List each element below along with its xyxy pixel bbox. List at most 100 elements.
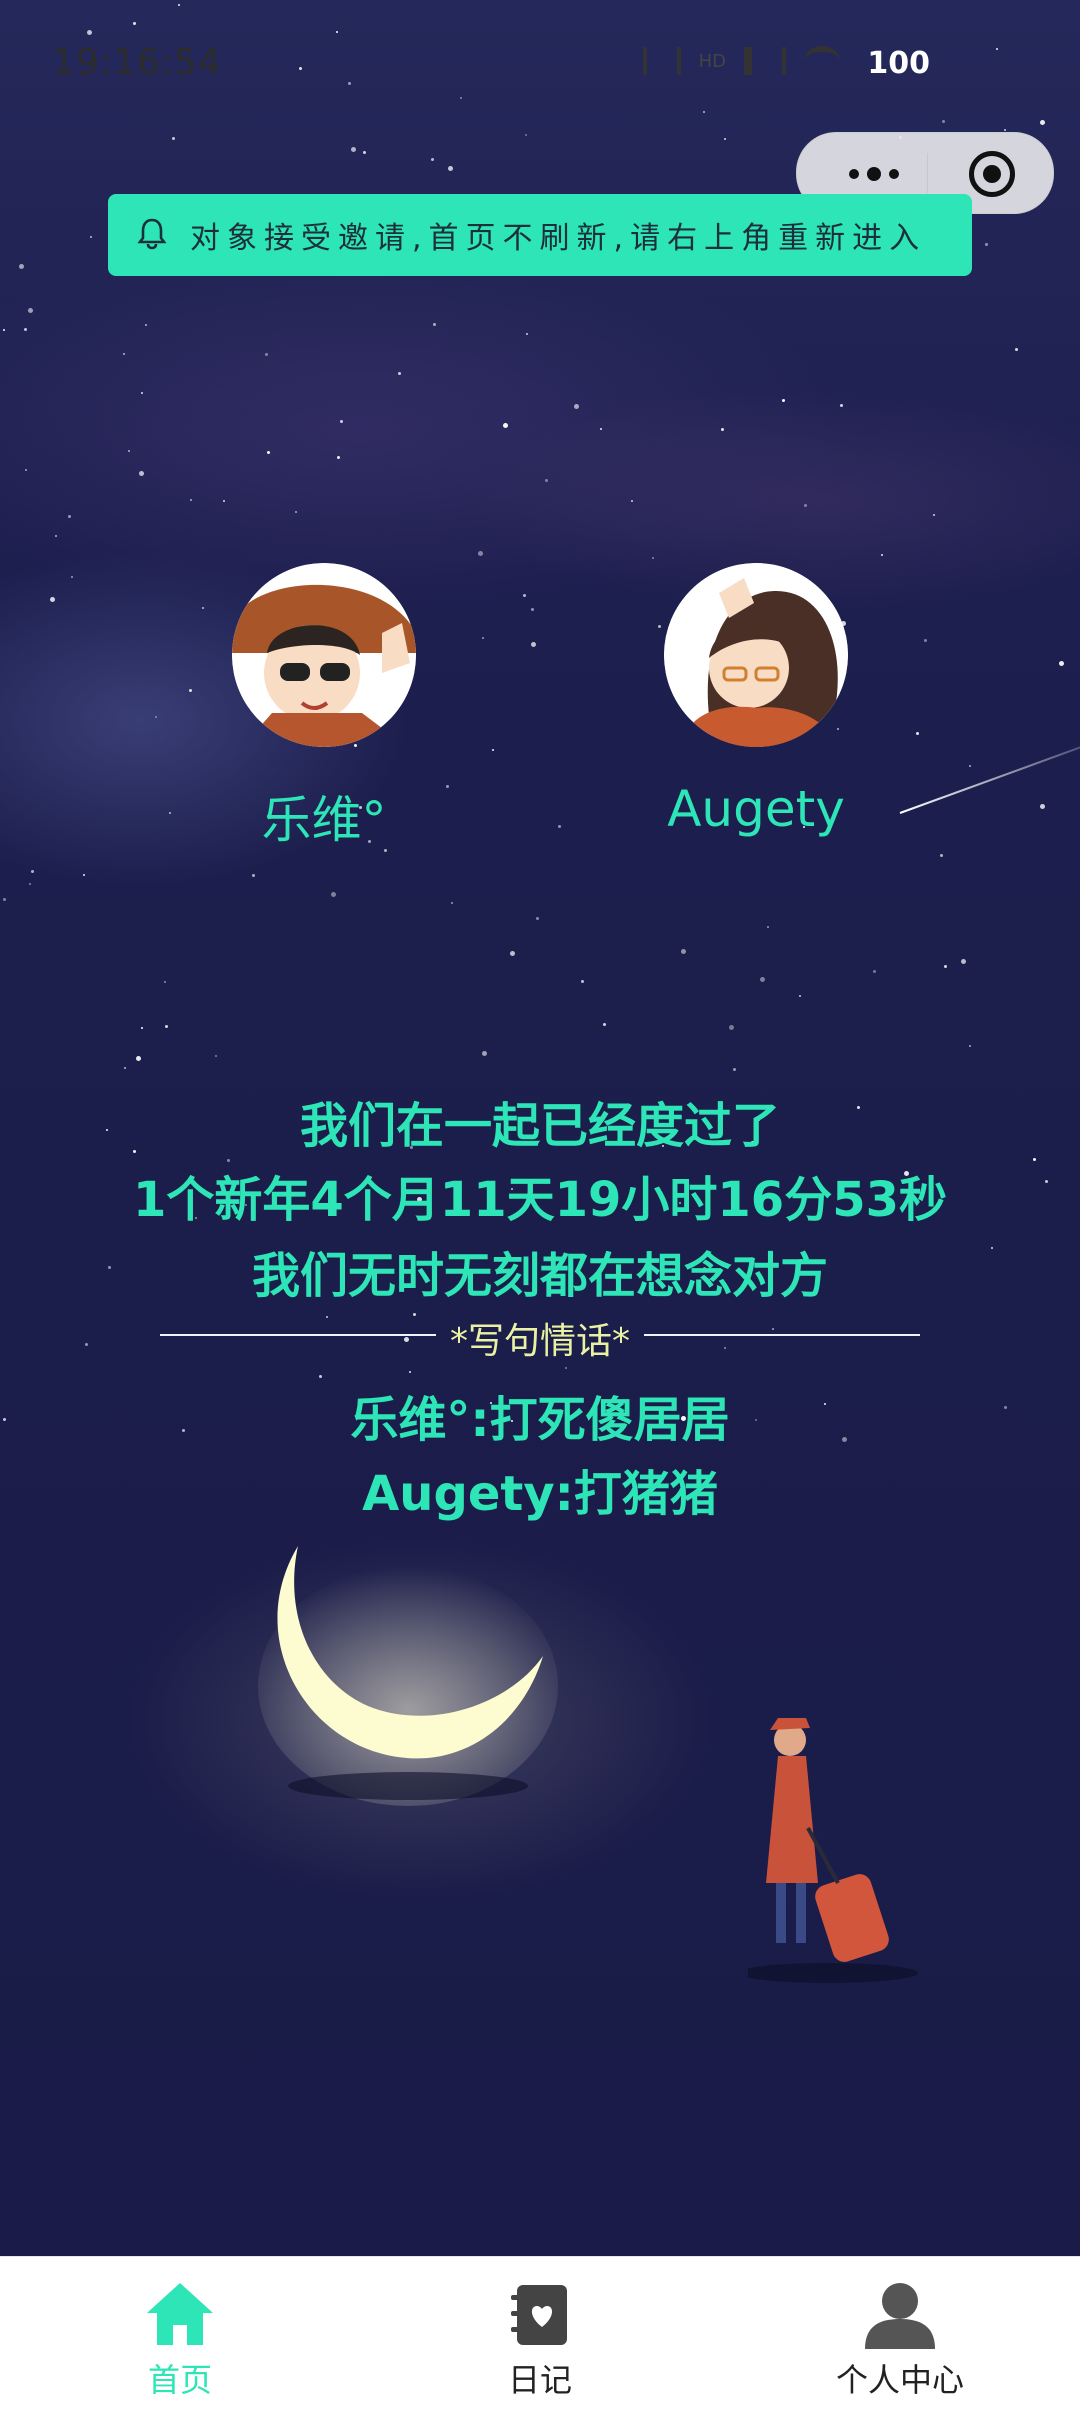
vibrate-icon <box>642 47 681 75</box>
notice-banner: 对象接受邀请,首页不刷新,请右上角重新进入 <box>108 194 972 276</box>
tab-profile[interactable]: 个人中心 <box>720 2257 1080 2409</box>
star-dot <box>83 874 85 876</box>
right-partner-name: Augety <box>667 780 845 838</box>
tab-diary[interactable]: 日记 <box>360 2257 720 2409</box>
shooting-star <box>899 743 1080 814</box>
star-dot <box>478 551 483 556</box>
star-dot <box>331 892 336 897</box>
home-icon <box>147 2283 213 2345</box>
tab-home[interactable]: 首页 <box>0 2257 360 2409</box>
star-dot <box>172 137 175 140</box>
star-dot <box>681 949 686 954</box>
star-dot <box>574 404 579 409</box>
battery-level: 100 <box>867 46 930 81</box>
tab-home-label: 首页 <box>147 2361 212 2399</box>
star-dot <box>840 404 843 407</box>
star-dot <box>451 902 453 904</box>
tab-diary-label: 日记 <box>507 2361 572 2399</box>
user-icon <box>865 2283 935 2349</box>
star-dot <box>581 980 584 983</box>
love-quote-right: Augety:打猪猪 <box>362 1466 718 1522</box>
bell-icon <box>134 215 174 255</box>
star-dot <box>25 469 27 471</box>
star-dot <box>523 594 526 597</box>
star-dot <box>924 639 927 642</box>
star-dot <box>873 970 876 973</box>
star-dot <box>85 1343 88 1346</box>
star-dot <box>189 689 192 692</box>
star-dot <box>804 504 807 507</box>
star-dot <box>837 728 839 730</box>
star-dot <box>50 597 55 602</box>
star-dot <box>733 1068 736 1071</box>
star-dot <box>398 372 401 375</box>
love-words-divider[interactable]: *写句情话* <box>160 1304 920 1364</box>
star-dot <box>337 456 340 459</box>
together-duration: 1个新年4个月11天19小时16分53秒 <box>133 1172 947 1228</box>
star-dot <box>782 399 785 402</box>
write-love-words-link[interactable]: *写句情话* <box>160 1312 920 1364</box>
miss-each-other-text: 我们无时无刻都在想念对方 <box>251 1248 828 1304</box>
star-dot <box>510 951 515 956</box>
star-dot <box>558 825 561 828</box>
star-dot <box>526 333 528 335</box>
star-dot <box>252 874 255 877</box>
diary-icon <box>511 2285 567 2345</box>
left-partner-name: 乐维° <box>261 791 387 849</box>
star-dot <box>165 1025 168 1028</box>
star-dot <box>409 1371 411 1373</box>
star-dot <box>124 1067 126 1069</box>
star-dot <box>631 500 633 502</box>
star-dot <box>536 917 539 920</box>
star-dot <box>503 423 508 428</box>
star-dot <box>319 1375 322 1378</box>
star-dot <box>136 1056 141 1061</box>
star-dot <box>3 329 5 331</box>
star-dot <box>128 450 130 452</box>
star-dot <box>141 1027 143 1029</box>
avatar-right[interactable] <box>664 563 848 747</box>
star-dot <box>603 1023 606 1026</box>
signal-icon <box>744 47 786 75</box>
star-dot <box>141 392 143 394</box>
star-dot <box>940 854 943 857</box>
star-dot <box>881 554 883 556</box>
star-dot <box>565 1367 567 1369</box>
moon-illustration <box>258 1546 558 1806</box>
wifi-icon <box>804 46 840 76</box>
star-dot <box>961 959 966 964</box>
avatar-left[interactable] <box>232 563 416 747</box>
star-dot <box>267 451 270 454</box>
star-dot <box>969 1045 971 1047</box>
star-dot <box>139 471 144 476</box>
star-dot <box>169 812 171 814</box>
star-dot <box>1040 804 1045 809</box>
together-heading: 我们在一起已经度过了 <box>299 1098 780 1154</box>
star-dot <box>482 637 484 639</box>
notice-text: 对象接受邀请,首页不刷新,请右上角重新进入 <box>190 221 927 256</box>
star-dot <box>3 898 6 901</box>
star-dot <box>1059 661 1064 666</box>
star-dot <box>90 236 92 238</box>
star-dot <box>190 499 192 501</box>
star-dot <box>354 744 357 747</box>
star-dot <box>340 420 343 423</box>
star-dot <box>767 926 769 928</box>
star-dot <box>600 428 602 430</box>
star-dot <box>68 515 71 518</box>
star-dot <box>1015 348 1018 351</box>
more-dots-icon[interactable] <box>835 155 925 191</box>
divider-line-right <box>644 1334 920 1336</box>
star-dot <box>164 981 166 983</box>
star-dot <box>433 323 436 326</box>
star-dot <box>363 151 366 154</box>
star-dot <box>916 732 919 735</box>
star-dot <box>351 147 356 152</box>
star-dot <box>448 166 453 171</box>
capsule-divider <box>927 153 928 193</box>
star-dot <box>545 479 548 482</box>
target-icon[interactable] <box>969 151 1015 197</box>
star-dot <box>933 514 935 516</box>
star-dot <box>265 353 268 356</box>
star-dot <box>969 765 971 767</box>
